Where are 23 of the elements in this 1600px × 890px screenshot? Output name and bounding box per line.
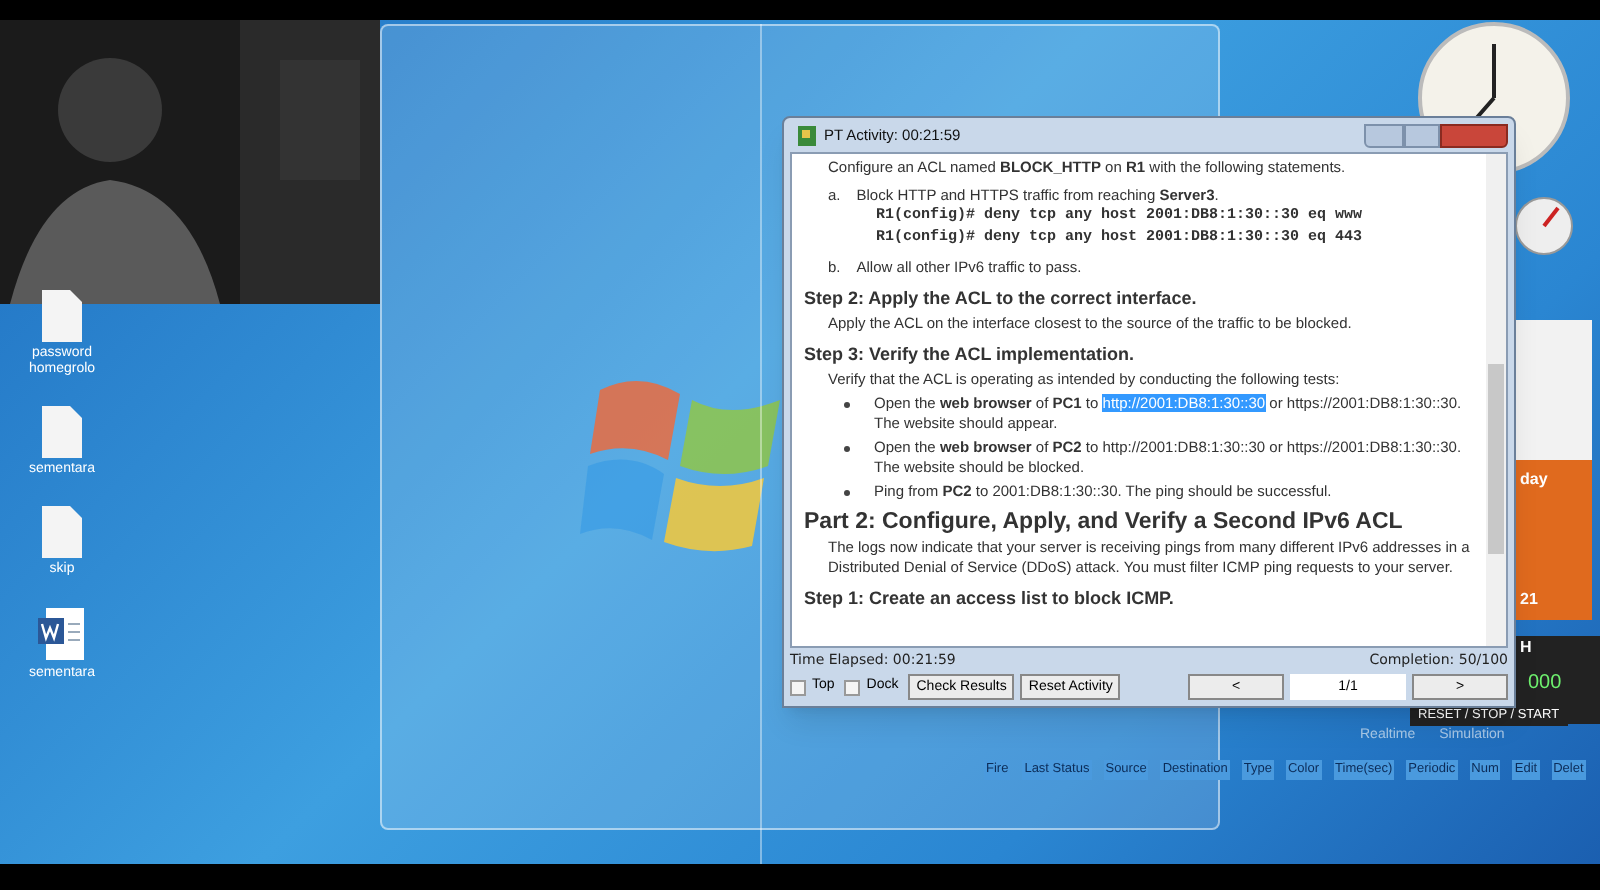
word-document-icon[interactable] xyxy=(38,606,86,662)
document-icon[interactable] xyxy=(42,290,82,342)
bullet-icon xyxy=(844,402,850,408)
calendar-date: 21 xyxy=(1520,588,1540,612)
minimize-button[interactable] xyxy=(1364,123,1404,147)
scrollbar[interactable] xyxy=(1486,154,1506,645)
bullet-icon xyxy=(844,446,850,452)
checkbox[interactable] xyxy=(790,679,806,695)
calendar-day-name: day xyxy=(1520,468,1550,492)
stopwatch-header: H xyxy=(1518,636,1534,660)
bullet-icon xyxy=(844,490,850,496)
app-icon xyxy=(798,125,816,145)
document-icon[interactable] xyxy=(42,506,82,558)
stopwatch-reading: 000 xyxy=(1526,670,1564,698)
step-heading: Step 1: Create an access list to block ICMP. xyxy=(804,588,1176,610)
document-icon[interactable] xyxy=(42,406,82,458)
step-heading: Step 3: Verify the ACL implementation. xyxy=(804,344,1137,366)
step-heading: Step 2: Apply the ACL to the correct interface. xyxy=(804,288,1199,310)
close-button[interactable] xyxy=(1440,123,1508,147)
gauge-icon xyxy=(1514,192,1574,260)
part-heading: Part 2: Configure, Apply, and Verify a Second IPv6 ACL xyxy=(804,512,1405,534)
maximize-button[interactable] xyxy=(1404,123,1440,147)
checkbox[interactable] xyxy=(844,679,861,695)
